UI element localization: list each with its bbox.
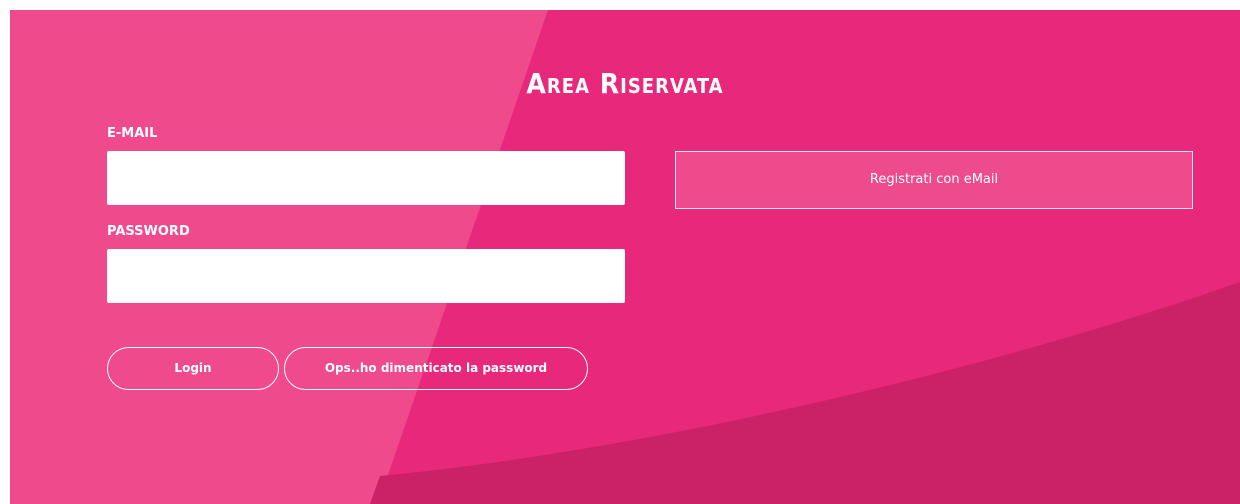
email-label: E-MAIL — [107, 126, 158, 141]
register-email-button[interactable]: Registrati con eMail — [675, 151, 1193, 209]
login-button[interactable]: Login — [107, 347, 279, 390]
password-label: PASSWORD — [107, 224, 190, 239]
login-panel: Area Riservata E-MAIL PASSWORD Login Ops… — [10, 10, 1240, 504]
page-title: Area Riservata — [526, 67, 724, 100]
forgot-password-button[interactable]: Ops..ho dimenticato la password — [284, 347, 588, 390]
email-field[interactable] — [107, 151, 625, 205]
password-field[interactable] — [107, 249, 625, 303]
